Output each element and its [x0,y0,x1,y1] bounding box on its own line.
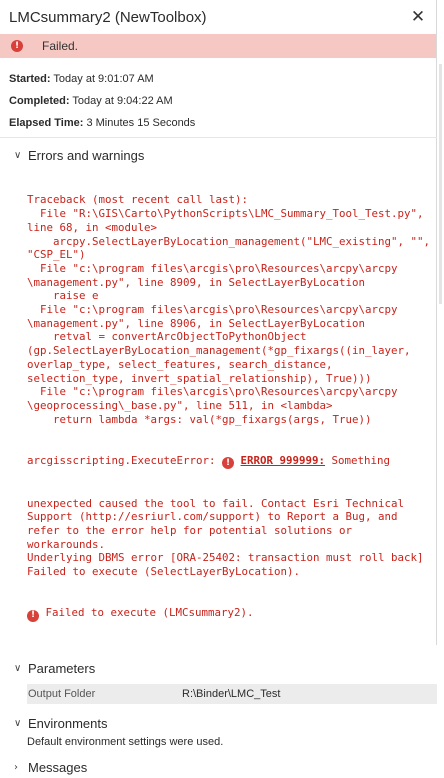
traceback-line: Failed to execute (SelectLayerByLocation… [27,565,301,579]
traceback-line: refer to the error help for potential so… [27,524,353,538]
section-errors-label: Errors and warnings [28,147,145,163]
traceback-line: retval = convertArcObjectToPythonObject [27,330,307,344]
elapsed-row: Elapsed Time: 3 Minutes 15 Seconds [9,112,436,134]
section-messages-label: Messages [28,759,88,775]
traceback-line: return lambda *args: val(*gp_fixargs(arg… [27,412,372,426]
parameter-value: R:\Binder\LMC_Test [182,688,281,701]
traceback-line: \management.py", line 8906, in SelectLay… [27,316,366,330]
traceback-line: line 68, in <module> [27,220,158,234]
parameter-key: Output Folder [28,688,96,701]
started-value: Today at 9:01:07 AM [53,73,154,85]
traceback-line: (gp.SelectLayerByLocation_management(*gp… [27,344,411,358]
started-row: Started: Today at 9:01:07 AM [9,68,436,90]
geoprocessing-details-panel: LMCsummary2 (NewToolbox) ✕ ! Failed. Sta… [0,0,437,775]
error-circle-icon: ! [27,609,39,622]
error-code-link[interactable]: ERROR 999999: [241,454,326,467]
run-info: Started: Today at 9:01:07 AM Completed: … [0,58,436,134]
error-circle-icon: ! [222,457,235,470]
traceback-line: File "c:\program files\arcgis\pro\Resour… [27,261,398,275]
traceback-line: raise e [27,289,99,303]
traceback-line: arcpy.SelectLayerByLocation_management("… [27,234,431,248]
traceback-line: Traceback (most recent call last): [27,193,249,207]
execute-error-suffix: Something [325,453,391,467]
completed-value: Today at 9:04:22 AM [72,95,173,107]
window-title: LMCsummary2 (NewToolbox) [9,8,207,26]
traceback-line: Underlying DBMS error [ORA-25402: transa… [27,551,424,565]
traceback-line: \geoprocessing\_base.py", line 511, in <… [27,398,333,412]
traceback-line: \management.py", line 8909, in SelectLay… [27,275,366,289]
traceback-line: "CSP_EL") [27,248,86,262]
section-errors-header[interactable]: ∨ Errors and warnings [0,144,436,166]
final-error-line: ! Failed to execute (LMCsummary2). [27,606,432,622]
traceback-line: overlap_type, select_features, search_di… [27,357,333,371]
error-circle-icon: ! [11,40,23,52]
close-button[interactable]: ✕ [408,7,428,27]
scrollbar-thumb[interactable] [439,64,442,304]
traceback-line: unexpected caused the tool to fail. Cont… [27,496,405,510]
completed-label: Completed: [9,95,70,107]
traceback-line: File "c:\program files\arcgis\pro\Resour… [27,385,398,399]
status-text: Failed. [42,39,79,53]
chevron-down-icon: ∨ [14,662,22,674]
started-label: Started: [9,73,51,85]
section-environments-header[interactable]: ∨ Environments [0,712,436,734]
chevron-down-icon: ∨ [14,149,22,161]
execute-error-line: arcgisscripting.ExecuteError: ! ERROR 99… [27,454,432,470]
elapsed-label: Elapsed Time: [9,117,84,129]
title-bar: LMCsummary2 (NewToolbox) ✕ [0,0,436,34]
completed-row: Completed: Today at 9:04:22 AM [9,90,436,112]
section-parameters-label: Parameters [28,660,96,676]
final-error-text: Failed to execute (LMCsummary2). [45,606,254,620]
chevron-down-icon: ∨ [14,717,22,729]
execute-error-prefix: arcgisscripting.ExecuteError: [27,453,223,467]
section-parameters-header[interactable]: ∨ Parameters [0,657,436,679]
elapsed-value: 3 Minutes 15 Seconds [86,117,196,129]
traceback-line: File "c:\program files\arcgis\pro\Resour… [27,303,398,317]
parameter-row: Output Folder R:\Binder\LMC_Test [27,684,437,705]
section-messages-header[interactable]: › Messages [0,756,436,778]
close-icon: ✕ [410,7,426,26]
traceback-line: File "R:\GIS\Carto\PythonScripts\LMC_Sum… [27,207,424,221]
section-environments-label: Environments [28,715,108,731]
traceback-line: Support (http://esriurl.com/support) to … [27,510,398,524]
status-banner: ! Failed. [0,34,436,58]
chevron-right-icon: › [14,761,18,773]
error-traceback: Traceback (most recent call last): File … [0,166,436,649]
environments-text: Default environment settings were used. [27,736,224,749]
traceback-line: selection_type, invert_spatial_relations… [27,371,372,385]
scrollbar[interactable] [437,34,444,645]
traceback-line: workarounds. [27,537,106,551]
